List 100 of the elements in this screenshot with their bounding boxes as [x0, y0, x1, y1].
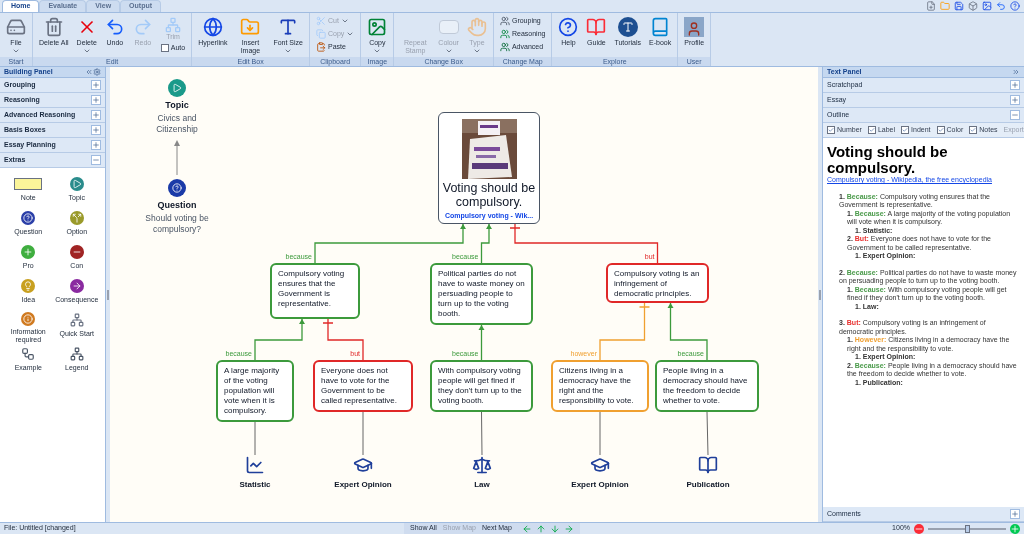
node-heading: Topic: [165, 99, 189, 112]
tree-icon: [165, 17, 181, 33]
plus-icon: [92, 126, 100, 134]
reason-box[interactable]: People living in a democracy should have the freedom to decide whether to vote.: [655, 360, 759, 412]
graduate-icon: [353, 455, 373, 475]
splitter-handle[interactable]: [819, 289, 821, 300]
ebook-icon: [650, 17, 671, 37]
dropdown-caret-icon: [284, 47, 293, 55]
scissors-icon: [316, 15, 326, 26]
expand-button[interactable]: [1010, 80, 1020, 90]
people-icon: [499, 28, 510, 39]
reason-box[interactable]: Citizens living in a democracy have the right and the responsibility to vote.: [551, 360, 649, 412]
graduate-icon: [590, 455, 610, 475]
reason-text: Compulsory voting is an infringement of democratic principles.: [614, 269, 700, 298]
connector-line: [667, 302, 708, 361]
expand-button[interactable]: [91, 125, 101, 135]
minus-icon: [69, 245, 84, 259]
avatar-icon: [684, 17, 705, 37]
expand-button[interactable]: [91, 80, 101, 90]
reason-text: With compulsory voting people will get fined if they don't turn up to the voting booth.: [438, 366, 522, 405]
plus-icon: [92, 81, 100, 89]
chart-icon: [245, 455, 265, 475]
reason-box[interactable]: Everyone does not have to vote for the Government to be called representative.: [313, 360, 413, 412]
plus-icon: [92, 141, 100, 149]
plus-icon: [1011, 510, 1019, 518]
reason-box[interactable]: With compulsory voting people will get fined if they don't turn up to the voting booth.: [430, 360, 533, 412]
check-icon: [828, 126, 834, 134]
collapse-button[interactable]: [1010, 110, 1020, 120]
collapse-button[interactable]: [91, 155, 101, 165]
expand-button[interactable]: [91, 95, 101, 105]
scales-icon: [472, 455, 492, 475]
new-file-icon: [926, 0, 936, 11]
connector-line: [481, 411, 483, 456]
connector-line: [322, 318, 364, 361]
reason-box[interactable]: Political parties do not have to waste money on persuading people to turn up to the voting booth.: [430, 263, 533, 325]
book-icon: [698, 455, 718, 475]
plus-icon: [92, 96, 100, 104]
diagram-icon: [21, 347, 36, 361]
right-arrow-icon: [563, 523, 574, 534]
branch-icon: [69, 211, 84, 225]
collapse-icon[interactable]: [1012, 68, 1020, 76]
question-icon: [21, 211, 36, 225]
expand-button[interactable]: [91, 110, 101, 120]
expand-button[interactable]: [1010, 95, 1020, 105]
image-icon: [367, 17, 388, 37]
reason-box[interactable]: A large majority of the voting population will vote when it is compulsory.: [216, 360, 294, 422]
basis-label: Publication: [686, 479, 730, 491]
plus-icon: [92, 111, 100, 119]
people-icon: [499, 41, 510, 52]
swatch-icon: [438, 20, 459, 34]
basis-label: Statistic: [239, 479, 271, 491]
question-icon: [168, 179, 186, 197]
undo-icon: [996, 0, 1006, 11]
connector-line: [478, 324, 485, 361]
up-arrow-icon: [535, 523, 546, 534]
outline-title: Voting should be compulsory.: [827, 144, 948, 176]
paste-icon: [316, 41, 326, 52]
play-icon: [168, 79, 186, 97]
node-text: Should voting be compulsory?: [144, 212, 210, 235]
dropdown-caret-icon: [472, 47, 481, 55]
left-arrow-icon: [521, 523, 532, 534]
reason-box[interactable]: Compulsory voting is an infringement of democratic principles.: [606, 263, 709, 303]
reason-text: Compulsory voting ensures that the Government is representative.: [278, 269, 345, 308]
reason-box[interactable]: Compulsory voting ensures that the Government is representative.: [270, 263, 360, 319]
reason-text: Political parties do not have to waste money on persuading people to turn up to the voting booth.: [438, 269, 525, 318]
font-icon: [278, 17, 299, 37]
splitter-handle[interactable]: [107, 289, 109, 300]
connector-line: [362, 411, 364, 456]
expand-button[interactable]: [1010, 509, 1020, 519]
plus-icon: [21, 245, 36, 259]
minus-icon: [1011, 111, 1019, 119]
plus-icon: [1011, 96, 1019, 104]
note-icon: [14, 178, 43, 190]
zoom-out-icon[interactable]: [914, 523, 924, 534]
connector-line: [599, 302, 651, 361]
globe-icon: [202, 17, 223, 37]
slider-thumb[interactable]: [965, 524, 970, 533]
contention-text: Voting should be compulsory.: [441, 181, 537, 209]
check-icon: [937, 126, 944, 134]
settings-icon[interactable]: [93, 68, 101, 76]
save-icon: [954, 0, 964, 11]
basis-label: Expert Opinion: [571, 479, 629, 491]
basis-label: Expert Opinion: [334, 479, 392, 491]
connector-line: [480, 223, 492, 264]
zoom-slider[interactable]: [928, 527, 1006, 530]
image-icon: [982, 0, 992, 11]
drive-icon: [6, 17, 26, 37]
connector-line: [254, 318, 305, 361]
collapse-icon[interactable]: [85, 68, 93, 76]
plus-icon: [1011, 81, 1019, 89]
box-icon: [968, 0, 978, 11]
bulb-icon: [21, 279, 36, 293]
connector-line: [706, 411, 709, 456]
reason-text: Everyone does not have to vote for the Government to be called representative.: [321, 366, 398, 405]
expand-button[interactable]: [91, 140, 101, 150]
tutorial-icon: [617, 17, 638, 37]
zoom-in-icon[interactable]: [1010, 523, 1020, 534]
help-icon: [1010, 0, 1020, 11]
folder-icon: [240, 17, 261, 37]
check-icon: [970, 126, 977, 134]
